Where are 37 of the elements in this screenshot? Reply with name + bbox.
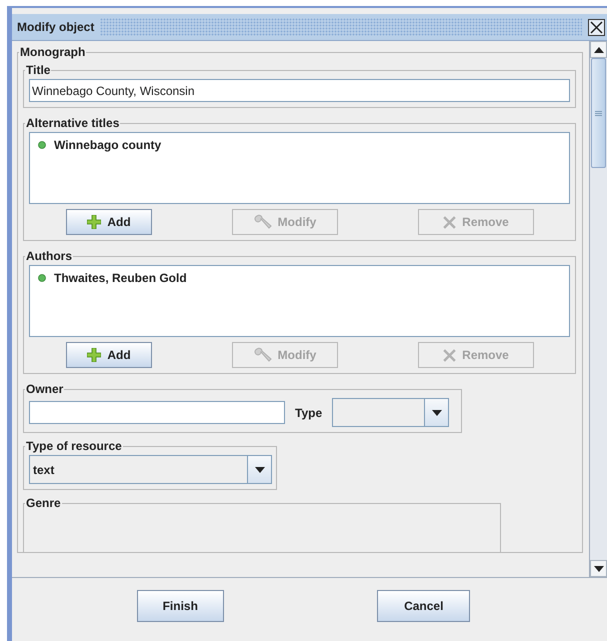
section-label: Title	[25, 63, 52, 77]
scroll-up-button[interactable]	[590, 41, 607, 58]
scroll-down-button[interactable]	[590, 560, 607, 577]
window-title: Modify object	[17, 20, 94, 34]
section-label: Authors	[25, 249, 73, 263]
title-field[interactable]: Winnebago County, Wisconsin	[29, 79, 570, 102]
caret-icon	[432, 410, 442, 416]
list-item[interactable]: Winnebago county	[54, 138, 162, 152]
caret-icon	[254, 466, 264, 472]
plus-icon	[87, 348, 102, 362]
scrollbar-thumb[interactable]	[591, 58, 606, 168]
owner-field[interactable]	[29, 401, 285, 424]
close-icon	[590, 20, 603, 34]
add-button[interactable]: Add	[66, 342, 152, 368]
wrench-icon	[254, 347, 272, 363]
x-icon	[443, 348, 456, 362]
up-arrow-icon	[594, 46, 604, 52]
bullet-icon	[38, 274, 46, 282]
section-label: Owner	[25, 382, 64, 396]
type-label: Type	[295, 406, 322, 420]
section-label: Monograph	[19, 45, 86, 59]
grip-icon	[595, 110, 602, 116]
type-dropdown[interactable]	[332, 398, 450, 427]
resource-type-dropdown[interactable]: text	[29, 455, 272, 484]
plus-icon	[87, 215, 102, 229]
section-label: Genre	[25, 496, 62, 510]
x-icon	[443, 216, 456, 228]
add-button[interactable]: Add	[66, 209, 152, 235]
dialog-button[interactable]: Finish	[136, 590, 224, 622]
bullet-icon	[38, 141, 46, 149]
section-label: Type of resource	[25, 439, 123, 453]
section-label: Alternative titles	[25, 116, 120, 130]
close-button[interactable]	[588, 18, 605, 36]
list-item[interactable]: Thwaites, Reuben Gold	[54, 271, 187, 285]
down-arrow-icon	[594, 566, 604, 572]
wrench-icon	[254, 214, 272, 230]
dialog-button[interactable]: Cancel	[377, 590, 470, 622]
